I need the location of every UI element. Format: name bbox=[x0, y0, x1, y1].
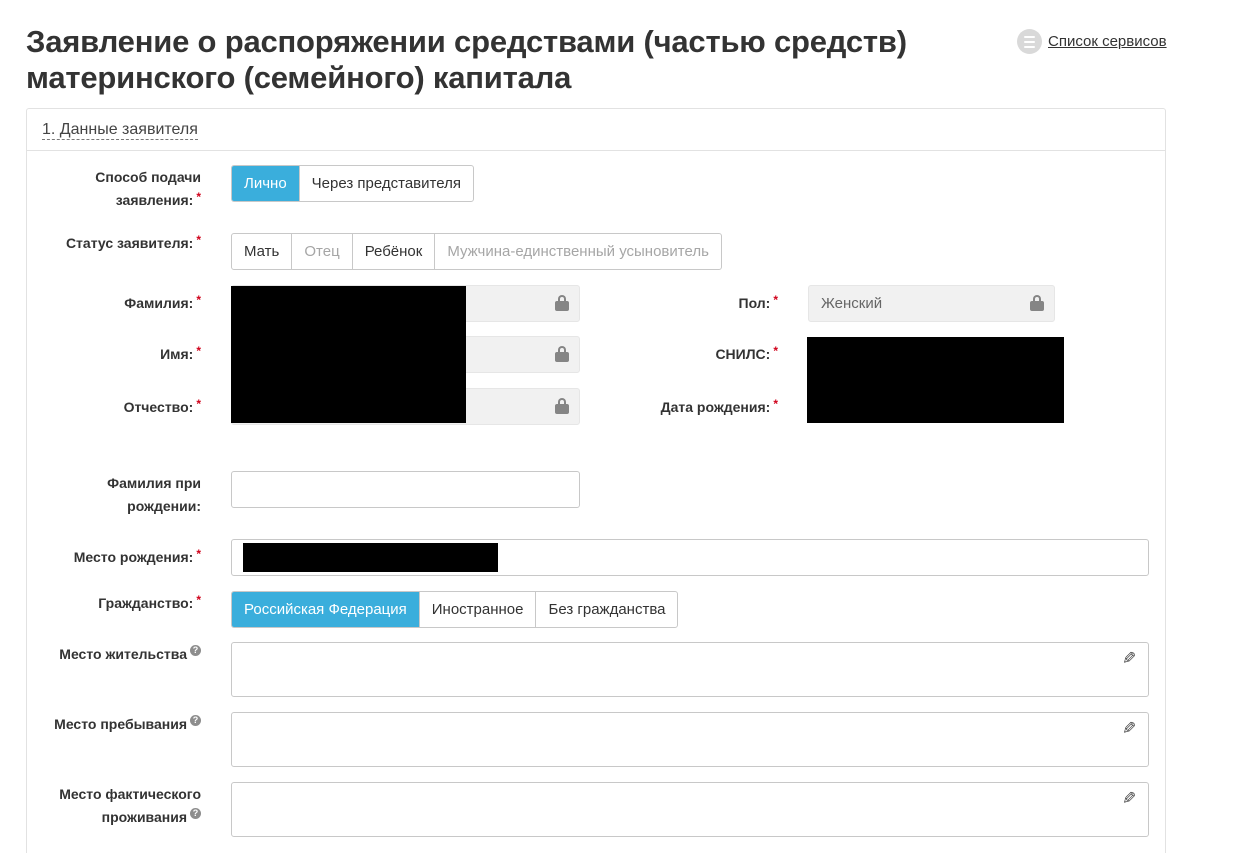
list-icon[interactable] bbox=[1017, 29, 1042, 54]
redaction-block bbox=[243, 543, 498, 572]
birth-surname-input[interactable] bbox=[231, 471, 580, 508]
stay-label: Место пребывания? bbox=[30, 713, 201, 736]
lock-icon bbox=[555, 346, 569, 362]
gender-value: Женский bbox=[821, 295, 883, 312]
services-list-link[interactable]: Список сервисов bbox=[1048, 33, 1167, 50]
lock-icon bbox=[555, 295, 569, 311]
question-icon[interactable]: ? bbox=[190, 808, 201, 819]
pencil-icon[interactable]: ✎ bbox=[1122, 789, 1136, 809]
question-icon[interactable]: ? bbox=[190, 715, 201, 726]
question-icon[interactable]: ? bbox=[190, 645, 201, 656]
lock-icon bbox=[555, 398, 569, 414]
status-option-father: Отец bbox=[292, 234, 353, 269]
gender-label: Пол: * bbox=[738, 293, 779, 311]
services-link-group[interactable]: Список сервисов bbox=[1017, 29, 1167, 54]
lock-icon bbox=[1030, 295, 1044, 311]
page-title: Заявление о распоряжении средствами (час… bbox=[26, 24, 907, 95]
submission-method-toggle: Лично Через представителя bbox=[231, 165, 474, 202]
citizenship-option-stateless[interactable]: Без гражданства bbox=[536, 592, 677, 627]
section-header: 1. Данные заявителя bbox=[27, 109, 1165, 151]
stay-address-field[interactable]: ✎ bbox=[231, 712, 1149, 767]
actual-address-field[interactable]: ✎ bbox=[231, 782, 1149, 837]
status-option-mother[interactable]: Мать bbox=[232, 234, 293, 269]
pencil-icon[interactable]: ✎ bbox=[1122, 719, 1136, 739]
citizenship-label: Гражданство: * bbox=[98, 593, 201, 611]
name-label: Имя: * bbox=[160, 344, 201, 362]
citizenship-option-foreign[interactable]: Иностранное bbox=[420, 592, 537, 627]
actual-residence-label: Место фактического проживания? bbox=[59, 786, 201, 825]
status-option-single-adoptive-father: Мужчина-единственный усыновитель bbox=[447, 243, 709, 260]
submission-method-label: Способ подачи заявления: * bbox=[95, 169, 201, 208]
submission-option-representative[interactable]: Через представителя bbox=[300, 166, 473, 201]
gender-field[interactable]: Женский bbox=[808, 285, 1055, 322]
snils-label: СНИЛС: * bbox=[715, 344, 778, 362]
citizenship-toggle: Российская Федерация Иностранное Без гра… bbox=[231, 591, 679, 628]
pencil-icon[interactable]: ✎ bbox=[1122, 649, 1136, 669]
section-title[interactable]: 1. Данные заявителя bbox=[42, 120, 198, 140]
redaction-block bbox=[807, 337, 1064, 423]
birthplace-label: Место рождения: * bbox=[73, 547, 201, 565]
redaction-block bbox=[231, 286, 466, 423]
submission-option-personal[interactable]: Лично bbox=[232, 166, 300, 201]
birth-surname-label: Фамилия при рождении: bbox=[107, 475, 201, 514]
residence-label: Место жительства? bbox=[30, 643, 201, 666]
residence-address-field[interactable]: ✎ bbox=[231, 642, 1149, 697]
applicant-status-toggle: Мать Отец Ребёнок Мужчина-единственный у… bbox=[231, 233, 722, 270]
citizenship-option-russia[interactable]: Российская Федерация bbox=[232, 592, 420, 627]
surname-label: Фамилия: * bbox=[124, 293, 201, 311]
patronymic-label: Отчество: * bbox=[123, 397, 201, 415]
birthdate-label: Дата рождения: * bbox=[660, 397, 778, 415]
applicant-status-label: Статус заявителя: * bbox=[65, 233, 201, 251]
status-option-child[interactable]: Ребёнок bbox=[353, 234, 436, 269]
